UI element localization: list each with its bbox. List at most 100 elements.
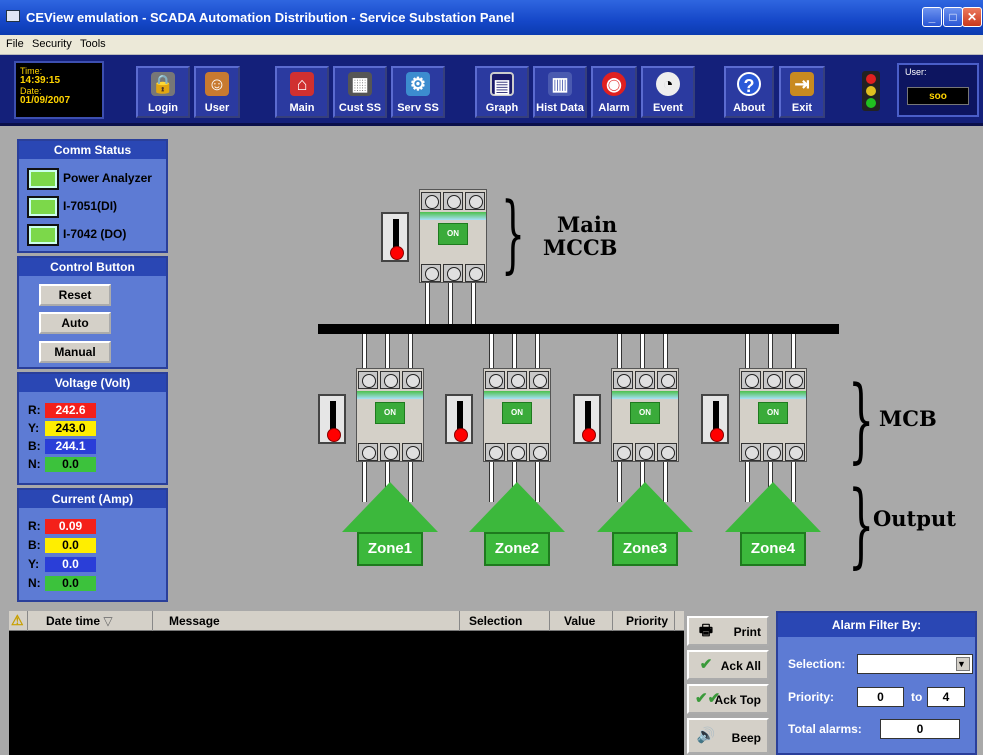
home-icon: ⌂ (290, 72, 314, 96)
serv-ss-button[interactable]: ⚙ Serv SS (391, 66, 445, 118)
close-button[interactable]: ✕ (962, 7, 982, 27)
zone-3-arrow (597, 482, 693, 532)
main-button[interactable]: ⌂ Main (275, 66, 329, 118)
col-value[interactable]: Value (564, 614, 595, 628)
output-label: Output (873, 506, 956, 531)
comm-item-i7051: I-7051(DI) (27, 196, 117, 218)
main-wire (471, 282, 476, 326)
cust-ss-button[interactable]: ▦ Cust SS (333, 66, 387, 118)
col-date-time[interactable]: Date time ▽ (46, 614, 113, 628)
filter-title: Alarm Filter By: (778, 613, 975, 637)
voltage-n-value: 0.0 (45, 457, 96, 472)
check-icon: ✔ (699, 656, 713, 673)
hist-data-button[interactable]: ▥ Hist Data (533, 66, 587, 118)
alarm-filter-panel: Alarm Filter By: Selection: ▼ Priority: … (776, 611, 977, 755)
current-y: Y: 0.0 (28, 557, 96, 573)
minimize-button[interactable]: _ (922, 7, 942, 27)
mcb-3[interactable]: ON (611, 368, 679, 462)
user-box: User: soo (897, 63, 979, 117)
feed-wire (640, 334, 645, 370)
selection-dropdown[interactable]: ▼ (857, 654, 973, 674)
voltage-r: R: 242.6 (28, 403, 96, 419)
zone-2-arrow (469, 482, 565, 532)
ack-all-button[interactable]: ✔ Ack All (687, 650, 769, 680)
mcb-1-lever[interactable] (318, 394, 346, 444)
col-message[interactable]: Message (169, 614, 220, 628)
voltage-r-value: 242.6 (45, 403, 96, 418)
zone-3-label[interactable]: Zone3 (612, 532, 678, 566)
voltage-b: B: 244.1 (28, 439, 96, 455)
current-n-value: 0.0 (45, 576, 96, 591)
feed-wire (512, 334, 517, 370)
mcb-4[interactable]: ON (739, 368, 807, 462)
priority-from-input[interactable]: 0 (857, 687, 904, 707)
mcb-state: ON (630, 402, 660, 424)
monitor-icon: ▤ (490, 72, 514, 96)
title-bar: CEView emulation - SCADA Automation Dist… (0, 0, 983, 35)
maximize-button[interactable]: □ (943, 7, 963, 27)
control-title: Control Button (19, 258, 166, 276)
mccb-label: MCCB (543, 235, 618, 260)
beep-button[interactable]: 🔊 Beep (687, 718, 769, 754)
manual-button[interactable]: Manual (39, 341, 111, 363)
mcb-label: MCB (879, 406, 937, 431)
main-wire (448, 282, 453, 326)
zone-4-arrow (725, 482, 821, 532)
door-icon: ⇥ (790, 72, 814, 96)
alarm-button[interactable]: ◉ Alarm (591, 66, 637, 118)
zone-1-label[interactable]: Zone1 (357, 532, 423, 566)
feed-wire (663, 334, 668, 370)
mcb-1[interactable]: ON (356, 368, 424, 462)
clock-display: Time: 14:39:15 Date: 01/09/2007 (14, 61, 104, 119)
auto-button[interactable]: Auto (39, 312, 111, 334)
priority-to-input[interactable]: 4 (927, 687, 965, 707)
zone-2-label[interactable]: Zone2 (484, 532, 550, 566)
mcb-2-lever[interactable] (445, 394, 473, 444)
mcb-4-lever[interactable] (701, 394, 729, 444)
toolbar: Time: 14:39:15 Date: 01/09/2007 🔒 Login … (0, 55, 983, 126)
alarm-table[interactable]: ⚠ Date time ▽ Message Selection Value Pr… (9, 611, 684, 755)
about-button[interactable]: ? About (724, 66, 774, 118)
ack-top-button[interactable]: ✔✔ Ack Top (687, 684, 769, 714)
graph-button[interactable]: ▤ Graph (475, 66, 529, 118)
mcb-2[interactable]: ON (483, 368, 551, 462)
col-priority[interactable]: Priority (626, 614, 668, 628)
voltage-y-value: 243.0 (45, 421, 96, 436)
main-wire (425, 282, 430, 326)
menu-tools[interactable]: Tools (80, 38, 106, 50)
menu-security[interactable]: Security (32, 38, 72, 50)
current-n: N: 0.0 (28, 576, 96, 592)
app-icon (6, 10, 20, 22)
main-mccb-lever[interactable] (381, 212, 409, 262)
main-mccb[interactable]: ON (419, 189, 487, 283)
gauge-icon: ◔ (656, 72, 680, 96)
status-led (27, 224, 59, 246)
print-button[interactable]: 🖶 Print (687, 616, 769, 646)
exit-button[interactable]: ⇥ Exit (779, 66, 825, 118)
zone-4-label[interactable]: Zone4 (740, 532, 806, 566)
current-panel: Current (Amp) R: 0.09 B: 0.0 Y: 0.0 N: 0.0 (17, 488, 168, 602)
zone-1-arrow (342, 482, 438, 532)
chevron-down-icon[interactable]: ▼ (956, 657, 970, 671)
voltage-n: N: 0.0 (28, 457, 96, 473)
network-icon: ⚙ (406, 72, 430, 96)
menu-file[interactable]: File (6, 38, 24, 50)
alarm-icon: ◉ (602, 72, 626, 96)
to-label: to (911, 690, 923, 704)
col-selection[interactable]: Selection (469, 614, 522, 628)
current-b-value: 0.0 (45, 538, 96, 553)
main-label: Main (557, 212, 618, 237)
users-icon: ☺ (205, 72, 229, 96)
comm-status-title: Comm Status (19, 141, 166, 159)
status-led (27, 196, 59, 218)
mcb-state: ON (758, 402, 788, 424)
event-button[interactable]: ◔ Event (641, 66, 695, 118)
current-y-value: 0.0 (45, 557, 96, 572)
traffic-light-icon (862, 71, 880, 111)
login-button[interactable]: 🔒 Login (136, 66, 190, 118)
mcb-state: ON (375, 402, 405, 424)
mcb-3-lever[interactable] (573, 394, 601, 444)
user-button[interactable]: ☺ User (194, 66, 240, 118)
reset-button[interactable]: Reset (39, 284, 111, 306)
user-label: User: (905, 67, 927, 77)
